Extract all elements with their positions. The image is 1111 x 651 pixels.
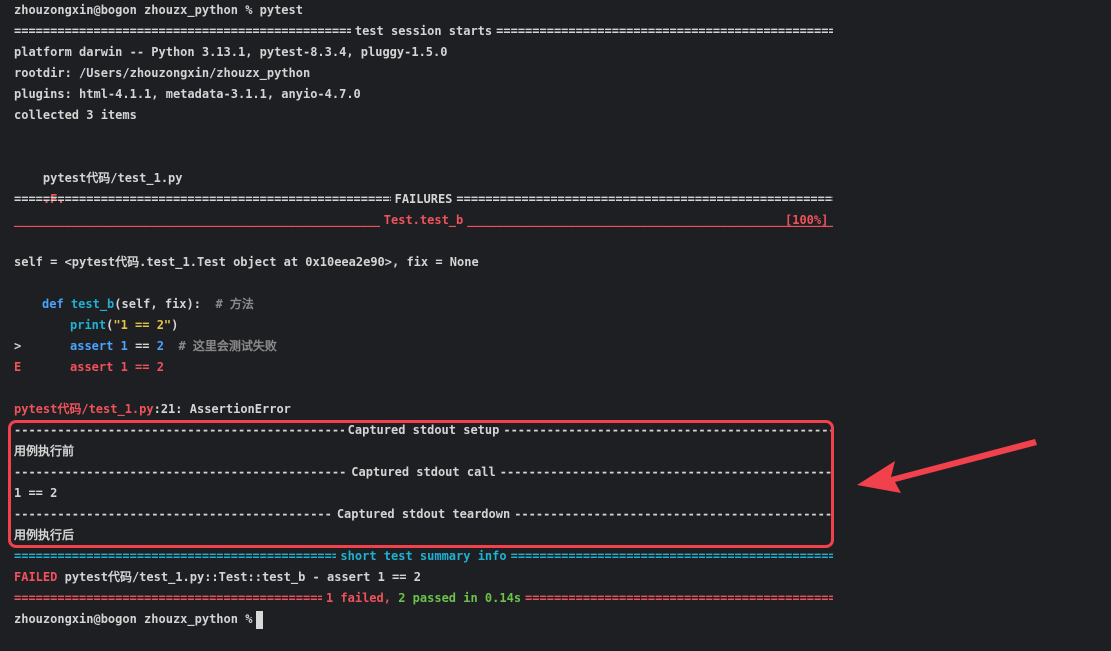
- failed-summary-line: FAILED pytest代码/test_1.py::Test::test_b …: [14, 567, 421, 588]
- plugins-line: plugins: html-4.1.1, metadata-3.1.1, any…: [14, 87, 361, 101]
- result-line: 1 failed, 2 passed in 0.14s: [14, 588, 833, 609]
- error-marker-e: E: [14, 360, 22, 374]
- platform-line: platform darwin -- Python 3.13.1, pytest…: [14, 45, 448, 59]
- session-header: test session starts: [14, 21, 833, 42]
- summary-title: short test summary info: [340, 549, 507, 563]
- terminal-cursor: [256, 610, 264, 629]
- result-failed: 1 failed: [325, 591, 384, 605]
- failure-test-name: Test.test_b: [383, 213, 464, 227]
- summary-header: short test summary info: [14, 546, 833, 567]
- failed-detail: pytest代码/test_1.py::Test::test_b - asser…: [64, 570, 421, 584]
- prompt-line: zhouzongxin@bogon zhouzx_python % pytest: [14, 3, 303, 17]
- final-prompt-line[interactable]: zhouzongxin@bogon zhouzx_python %: [14, 609, 264, 630]
- result-passed: 2 passed: [398, 591, 457, 605]
- session-title: test session starts: [354, 24, 493, 38]
- failed-label: FAILED: [14, 570, 58, 584]
- error-assert-line: assert 1 == 2: [70, 360, 164, 374]
- code-marker-arrow: >: [14, 339, 22, 353]
- collected-line: collected 3 items: [14, 108, 137, 122]
- code-assert-line: assert 1 == 2 # 这里会测试失败: [70, 339, 277, 353]
- result-time: in 0.14s: [463, 591, 522, 605]
- error-type: AssertionError: [189, 402, 291, 416]
- captured-output-highlight: [8, 420, 834, 548]
- rootdir-line: rootdir: /Users/zhouzongxin/zhouzx_pytho…: [14, 66, 311, 80]
- failures-header: FAILURES: [14, 189, 833, 210]
- error-location-line: pytest代码/test_1.py:21: AssertionError: [14, 402, 291, 416]
- result-text: 1 failed, 2 passed in 0.14s: [325, 591, 522, 605]
- final-prompt: zhouzongxin@bogon zhouzx_python %: [14, 612, 253, 626]
- self-line: self = <pytest代码.test_1.Test object at 0…: [14, 255, 479, 269]
- code-def-line: def test_b(self, fix): # 方法: [42, 297, 254, 311]
- test-file: pytest代码/test_1.py: [42, 171, 183, 185]
- failure-test-header: Test.test_b: [14, 210, 833, 231]
- code-print-line: print("1 == 2"): [70, 318, 179, 332]
- failures-title: FAILURES: [394, 192, 453, 206]
- error-location: pytest代码/test_1.py: [14, 402, 154, 416]
- arrow-left-icon: [857, 439, 1037, 493]
- test-progress-line: pytest代码/test_1.py .F. [100%]: [14, 147, 833, 227]
